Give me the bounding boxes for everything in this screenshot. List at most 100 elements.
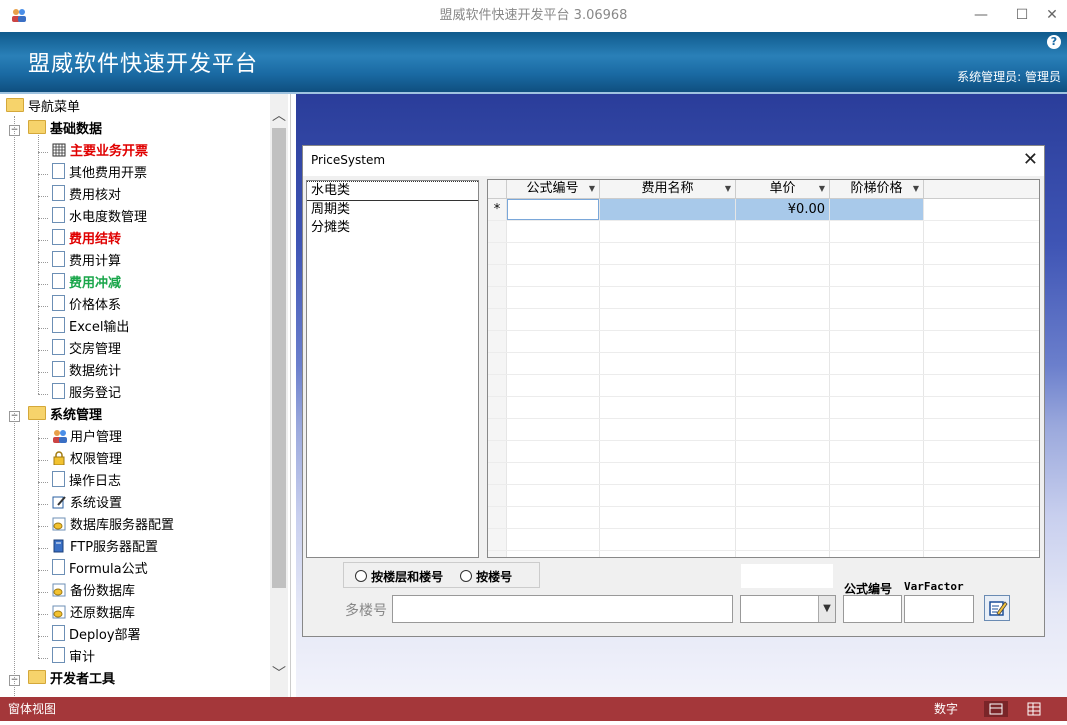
grid-row (488, 287, 1039, 309)
nav-group[interactable]: 开发者工具 (28, 669, 115, 691)
scroll-down-icon[interactable]: ﹀ (270, 664, 288, 684)
help-icon[interactable]: ? (1047, 35, 1061, 49)
new-row-fee-name-cell[interactable] (600, 199, 735, 220)
tree-item-label: 还原数据库 (70, 606, 136, 621)
tree-item-label: 费用计算 (69, 254, 122, 269)
nav-item[interactable]: 用户管理 (52, 427, 122, 449)
new-row-unit-price-cell[interactable]: ¥0.00 (736, 199, 829, 220)
nav-item[interactable]: 备份数据库 (52, 581, 135, 603)
nav-item[interactable]: 费用结转 (52, 229, 121, 251)
col-header-label: 费用名称 (641, 181, 694, 196)
edit-pencil-icon (989, 601, 1008, 616)
dialog-close-icon[interactable]: ✕ (1023, 149, 1038, 170)
edit-button[interactable] (984, 595, 1010, 621)
nav-item[interactable]: 还原数据库 (52, 603, 135, 625)
tree-item-label: 费用核对 (69, 188, 122, 203)
nav-item[interactable]: 水电度数管理 (52, 207, 147, 229)
form-view-icon (989, 703, 1003, 715)
nav-item[interactable]: Formula公式 (52, 559, 148, 581)
grid-row (488, 309, 1039, 331)
nav-item[interactable]: 主要业务开票 (52, 141, 148, 163)
col-header-formula-no[interactable]: 公式编号 ▼ (506, 180, 600, 198)
select-all-corner[interactable] (488, 180, 507, 198)
col-header-fee-name[interactable]: 费用名称 ▼ (600, 180, 736, 198)
col-header-tiered-price[interactable]: 阶梯价格 ▼ (830, 180, 924, 198)
varfactor-input[interactable] (904, 595, 974, 623)
tree-item-label: 费用结转 (69, 232, 122, 247)
nav-item[interactable]: 费用计算 (52, 251, 121, 273)
category-list-item[interactable]: 分摊类 (307, 219, 478, 237)
datasheet-view-button[interactable] (1022, 701, 1046, 717)
tree-item-label: 操作日志 (69, 474, 122, 489)
tree-item-label: 审计 (69, 650, 96, 665)
tree-connector (38, 614, 48, 615)
close-window-button[interactable]: ✕ (1037, 0, 1067, 32)
app-header-title: 盟威软件快速开发平台 (28, 52, 259, 77)
nav-item[interactable]: 费用冲减 (52, 273, 121, 295)
tree-connector (38, 482, 48, 483)
nav-item[interactable]: 权限管理 (52, 449, 122, 471)
nav-item[interactable]: 服务登记 (52, 383, 121, 405)
tree-item-label: 系统设置 (70, 496, 123, 511)
multi-building-input[interactable] (392, 595, 733, 623)
dropdown-arrow-icon[interactable]: ▼ (819, 180, 825, 198)
formula-no-input[interactable] (843, 595, 902, 623)
scroll-thumb[interactable] (272, 128, 286, 588)
maximize-button[interactable]: ☐ (1007, 0, 1037, 32)
new-row-formula-no-cell[interactable] (507, 199, 599, 220)
nav-item[interactable]: 费用核对 (52, 185, 121, 207)
nav-item[interactable]: 交房管理 (52, 339, 121, 361)
radio-circle-icon[interactable] (355, 570, 367, 582)
nav-item[interactable]: FTP服务器配置 (52, 537, 158, 559)
tree-item-label: 导航菜单 (28, 100, 81, 115)
category-list-item[interactable]: 周期类 (307, 201, 478, 219)
document-icon (52, 647, 65, 663)
nav-item[interactable]: 价格体系 (52, 295, 121, 317)
nav-item[interactable]: Excel输出 (52, 317, 129, 339)
nav-item[interactable]: 操作日志 (52, 471, 121, 493)
grid-row (488, 265, 1039, 287)
tree-connector (38, 218, 48, 219)
new-row-tiered-price-cell[interactable] (830, 199, 923, 220)
nav-group[interactable]: 基础数据 (28, 119, 102, 141)
navigation-tree: 导航菜单 基础数据 − 主要业务开票 其他费用开票 费用核对 水电度数管理 费用结转 费用计算费… (0, 94, 291, 697)
tree-connector (38, 438, 48, 439)
dropdown-arrow-icon[interactable]: ▼ (589, 180, 595, 198)
nav-item[interactable]: 系统设置 (52, 493, 122, 515)
navigation-scrollbar[interactable]: ︿ ﹀ (270, 94, 288, 697)
scroll-up-icon[interactable]: ︿ (270, 106, 288, 126)
radio-circle-icon[interactable] (460, 570, 472, 582)
grid-row (488, 397, 1039, 419)
price-grid[interactable]: 公式编号 ▼ 费用名称 ▼ 单价 ▼ 阶梯价格 ▼ * ¥0.00 (487, 179, 1040, 558)
nav-item[interactable]: 数据统计 (52, 361, 121, 383)
tree-item-label: 价格体系 (69, 298, 122, 313)
tree-item-label: 费用冲减 (69, 276, 122, 291)
nav-group[interactable]: 系统管理 (28, 405, 102, 427)
tree-item-label: Excel输出 (69, 320, 130, 335)
minimize-button[interactable]: — (966, 0, 996, 32)
col-header-unit-price[interactable]: 单价 ▼ (736, 180, 830, 198)
dropdown-arrow-icon[interactable]: ▼ (725, 180, 731, 198)
nav-item[interactable]: 数据库服务器配置 (52, 515, 174, 537)
tree-connector (38, 372, 48, 373)
nav-item[interactable]: 其他费用开票 (52, 163, 147, 185)
select-dropdown-icon[interactable]: ▼ (818, 596, 835, 622)
document-icon (52, 317, 65, 333)
building-select[interactable]: ▼ (740, 595, 836, 623)
category-list[interactable]: 水电类 周期类 分摊类 (306, 180, 479, 558)
dropdown-arrow-icon[interactable]: ▼ (913, 180, 919, 198)
radio-number[interactable]: 按楼号 (460, 568, 512, 585)
tree-item-label: 系统管理 (50, 408, 103, 423)
dialog-titlebar: PriceSystem ✕ (303, 146, 1044, 176)
tree-connector (38, 306, 48, 307)
status-view-label: 窗体视图 (8, 702, 57, 716)
nav-root[interactable]: 导航菜单 (6, 97, 80, 119)
settings-icon (52, 495, 66, 509)
nav-item[interactable]: 审计 (52, 647, 95, 669)
tree-item-label: Deploy部署 (69, 628, 141, 643)
radio-floor-and-number[interactable]: 按楼层和楼号 (355, 568, 443, 585)
form-view-button[interactable] (984, 701, 1008, 717)
category-list-item[interactable]: 水电类 (307, 181, 478, 201)
nav-item[interactable]: Deploy部署 (52, 625, 141, 647)
database-icon (52, 605, 66, 619)
